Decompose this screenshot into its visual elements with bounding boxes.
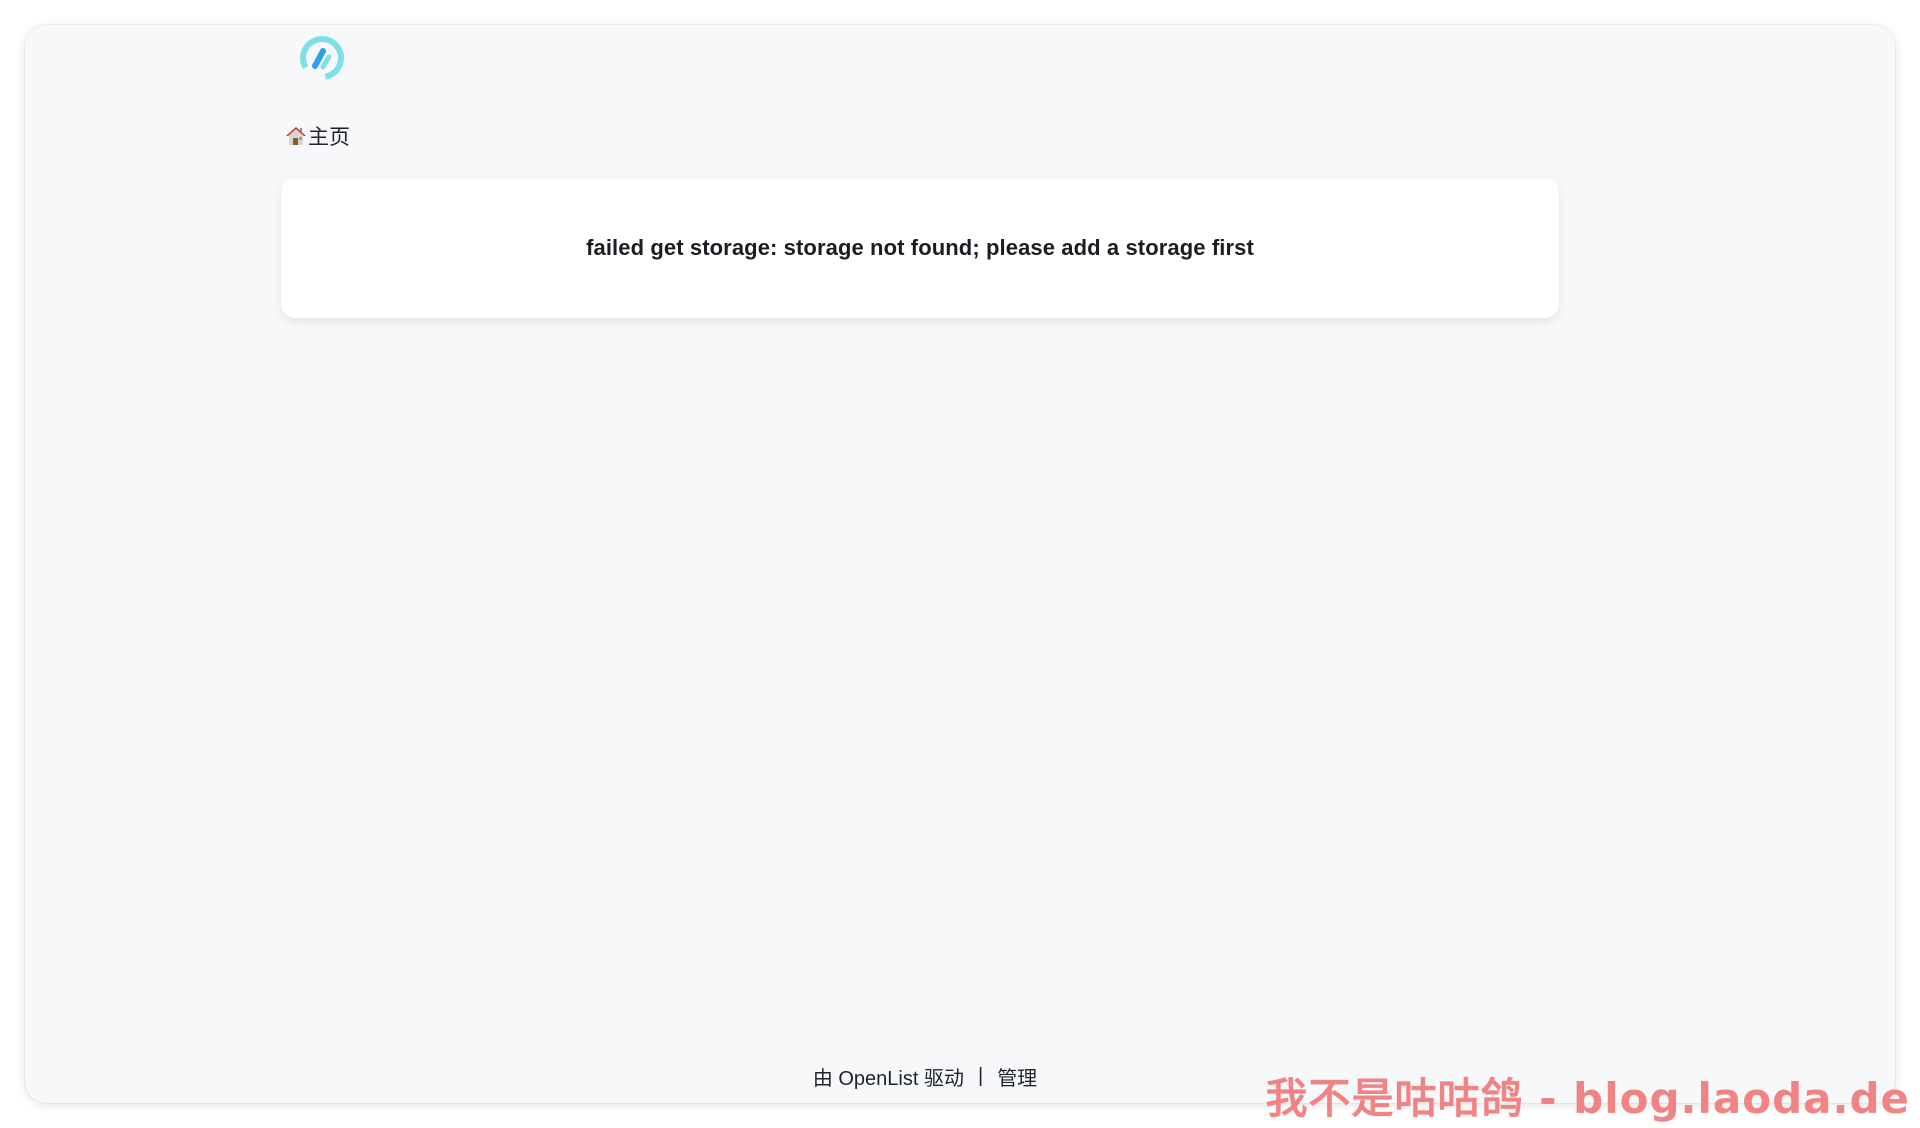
openlist-logo-icon[interactable] (297, 33, 347, 83)
breadcrumb-home[interactable]: 主页 (285, 121, 350, 151)
powered-by-text: 由 OpenList 驱动 (812, 1068, 964, 1090)
error-message: failed get storage: storage not found; p… (586, 235, 1254, 260)
app-window: 主页 failed get storage: storage not found… (25, 25, 1895, 1103)
footer-separator: | (977, 1065, 984, 1087)
breadcrumb-home-label: 主页 (308, 126, 350, 149)
house-icon (285, 125, 307, 147)
manage-link[interactable]: 管理 (997, 1062, 1037, 1091)
watermark: 我不是咕咕鸽 - blog.laoda.de (1265, 1074, 1910, 1123)
error-card: failed get storage: storage not found; p… (281, 178, 1559, 318)
